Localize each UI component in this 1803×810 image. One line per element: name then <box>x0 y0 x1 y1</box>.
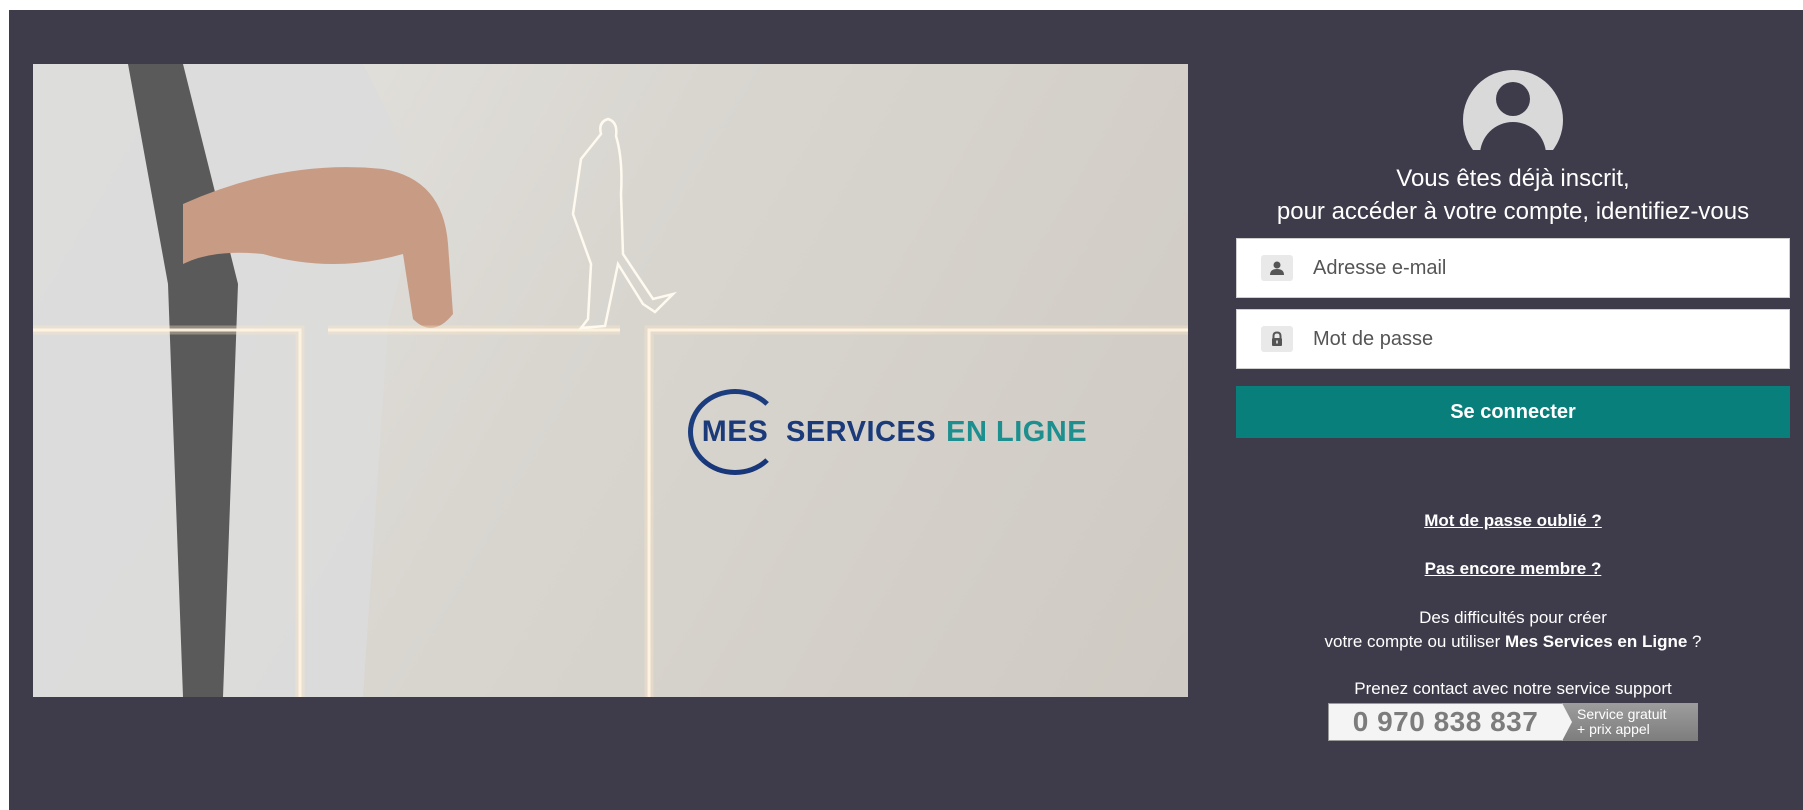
password-input[interactable] <box>1311 326 1755 352</box>
support-phone-number[interactable]: 0 970 838 837 <box>1328 703 1563 741</box>
welcome-text: Vous êtes déjà inscrit, pour accéder à v… <box>1236 162 1790 228</box>
welcome-line-2: pour accéder à votre compte, identifiez-… <box>1276 198 1750 225</box>
support-contact-text: Prenez contact avec notre service suppor… <box>1354 679 1672 698</box>
login-panel: Vous êtes déjà inscrit, pour accéder à v… <box>1236 64 1790 741</box>
lock-icon <box>1261 326 1293 352</box>
phone-tag-line-1: Service gratuit <box>1577 706 1667 722</box>
help-line-2-suffix: ? <box>1687 632 1702 651</box>
help-brand-name: Mes Services en Ligne <box>1504 632 1688 651</box>
logo-text-en-ligne: EN LIGNE <box>946 415 1088 448</box>
logo-text-mes: MES <box>701 415 769 448</box>
welcome-line-1: Vous êtes déjà inscrit, <box>1396 165 1630 192</box>
account-links: Mot de passe oublié ? Pas encore membre … <box>1236 510 1790 580</box>
email-input[interactable] <box>1311 255 1755 281</box>
email-field[interactable] <box>1236 238 1790 298</box>
help-line-1: Des difficultés pour créer <box>1419 608 1607 627</box>
hero-illustration <box>33 64 1188 697</box>
logo-text-services: SERVICES <box>786 415 937 448</box>
phone-pricing-tag: Service gratuit + prix appel <box>1562 703 1698 741</box>
login-button[interactable]: Se connecter <box>1236 386 1790 438</box>
user-avatar-icon <box>1463 70 1563 150</box>
brand-logo: MES SERVICES EN LIGNE <box>688 382 1087 482</box>
hero-image: MES SERVICES EN LIGNE <box>33 64 1188 697</box>
password-field[interactable] <box>1236 309 1790 369</box>
forgot-password-link[interactable]: Mot de passe oublié ? <box>1236 510 1790 532</box>
help-line-2-prefix: votre compte ou utiliser <box>1324 632 1505 651</box>
user-icon <box>1261 255 1293 281</box>
register-link[interactable]: Pas encore membre ? <box>1236 558 1790 580</box>
help-line-2: votre compte ou utiliser Mes Services en… <box>1236 630 1790 654</box>
help-text: Des difficultés pour créer votre compte … <box>1236 606 1790 654</box>
support-phone-badge[interactable]: 0 970 838 837 Service gratuit + prix app… <box>1328 703 1698 741</box>
phone-tag-line-2: + prix appel <box>1577 721 1650 737</box>
logo-ring-icon: MES <box>688 389 782 475</box>
